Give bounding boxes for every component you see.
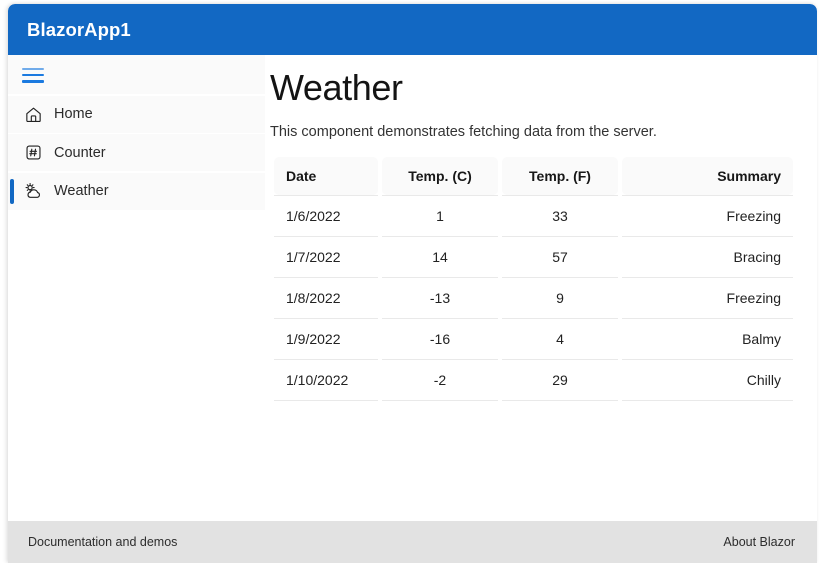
column-header-temp-c: Temp. (C) <box>382 157 498 196</box>
documentation-link[interactable]: Documentation and demos <box>28 535 177 549</box>
column-header-temp-f: Temp. (F) <box>502 157 618 196</box>
main-content: Weather This component demonstrates fetc… <box>265 55 817 525</box>
cell-date: 1/7/2022 <box>274 237 378 279</box>
body-area: Home Counter Weather Weather This compon… <box>8 55 817 525</box>
cell-date: 1/6/2022 <box>274 195 378 238</box>
cell-temp-f: 33 <box>502 195 618 238</box>
column-header-summary: Summary <box>622 157 793 196</box>
cell-temp-c: 14 <box>382 237 498 279</box>
cell-date: 1/9/2022 <box>274 319 378 361</box>
weather-icon <box>22 180 44 202</box>
table-body: 1/6/2022 1 33 Freezing 1/7/2022 14 57 Br… <box>274 195 793 402</box>
table-header-row: Date Temp. (C) Temp. (F) Summary <box>274 157 793 196</box>
table-header: Date Temp. (C) Temp. (F) Summary <box>274 157 793 196</box>
sidebar-item-label: Weather <box>54 183 109 199</box>
weather-table: Date Temp. (C) Temp. (F) Summary 1/6/202… <box>270 157 797 402</box>
cell-temp-c: -16 <box>382 319 498 361</box>
table-row: 1/6/2022 1 33 Freezing <box>274 195 793 238</box>
app-window: BlazorApp1 Home Counter Weather Weather … <box>8 4 817 563</box>
cell-summary: Freezing <box>622 195 793 238</box>
table-row: 1/10/2022 -2 29 Chilly <box>274 360 793 402</box>
page-subtitle: This component demonstrates fetching dat… <box>270 124 657 141</box>
sidebar-item-counter[interactable]: Counter <box>8 134 265 171</box>
table-row: 1/7/2022 14 57 Bracing <box>274 237 793 279</box>
active-indicator <box>10 178 14 204</box>
cell-summary: Chilly <box>622 360 793 402</box>
cell-temp-f: 29 <box>502 360 618 402</box>
cell-temp-c: -13 <box>382 278 498 320</box>
sidebar-item-label: Home <box>54 106 93 122</box>
sidebar-item-home[interactable]: Home <box>8 95 265 133</box>
sidebar: Home Counter Weather <box>8 55 265 525</box>
cell-temp-c: -2 <box>382 360 498 402</box>
footer: Documentation and demos About Blazor <box>8 521 817 563</box>
brand-title: BlazorApp1 <box>27 18 131 40</box>
cell-summary: Bracing <box>622 237 793 279</box>
sidebar-item-label: Counter <box>54 144 106 161</box>
cell-temp-f: 57 <box>502 237 618 279</box>
cell-temp-f: 9 <box>502 278 618 320</box>
cell-temp-f: 4 <box>502 319 618 361</box>
cell-date: 1/8/2022 <box>274 278 378 320</box>
table-row: 1/9/2022 -16 4 Balmy <box>274 319 793 361</box>
sidebar-item-weather[interactable]: Weather <box>8 172 265 210</box>
page-title: Weather <box>270 67 403 108</box>
cell-summary: Freezing <box>622 278 793 320</box>
column-header-date: Date <box>274 157 378 196</box>
hamburger-icon <box>22 67 44 83</box>
app-header: BlazorApp1 <box>8 4 817 55</box>
about-blazor-link[interactable]: About Blazor <box>723 535 795 549</box>
cell-summary: Balmy <box>622 319 793 361</box>
nav-divider <box>8 209 265 211</box>
home-icon <box>22 103 44 125</box>
counter-icon <box>22 142 44 164</box>
nav-toggle-button[interactable] <box>8 55 265 94</box>
table-row: 1/8/2022 -13 9 Freezing <box>274 278 793 320</box>
cell-date: 1/10/2022 <box>274 360 378 402</box>
cell-temp-c: 1 <box>382 195 498 238</box>
